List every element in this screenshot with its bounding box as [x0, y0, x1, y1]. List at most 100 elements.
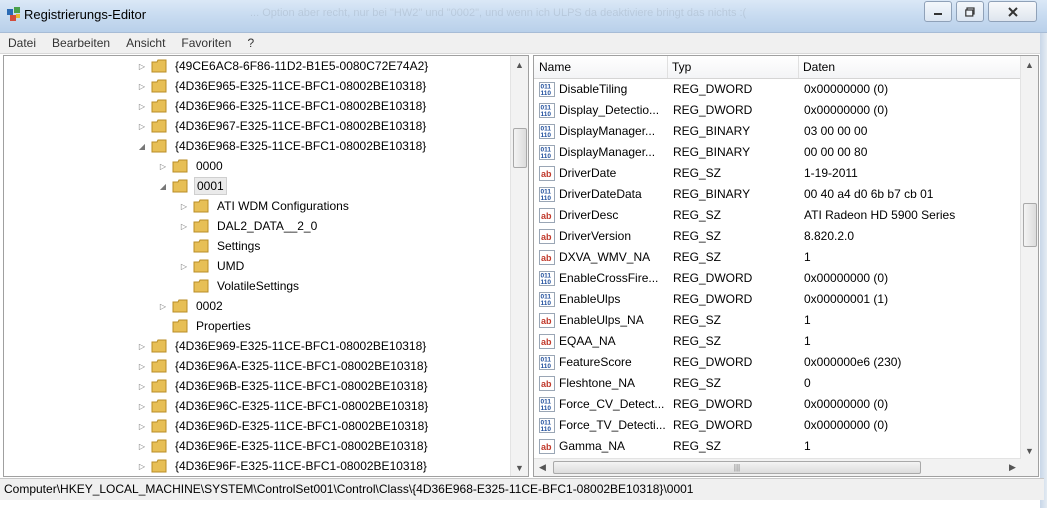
value-row[interactable]: 011 110 FeatureScore REG_DWORD 0x000000e6 (2…: [534, 352, 1021, 373]
value-row[interactable]: ab DriverVersion REG_SZ 8.820.2.0: [534, 226, 1021, 247]
value-row[interactable]: ab Fleshtone_NA REG_SZ 0: [534, 373, 1021, 394]
expand-arrow-icon[interactable]: ▷: [137, 382, 147, 391]
key-tree[interactable]: ▷ {49CE6AC8-6F86-11D2-B1E5-0080C72E74A2} …: [3, 55, 529, 477]
menu-ansicht[interactable]: Ansicht: [118, 36, 173, 50]
tree-item-selected[interactable]: ◢ 0001: [158, 176, 227, 196]
tree-item[interactable]: ▷ {4D36E96B-E325-11CE-BFC1-08002BE10318}: [137, 376, 430, 396]
tree-vertical-scrollbar[interactable]: ▲ ▼: [510, 56, 528, 476]
value-data: 0x000000e6 (230): [804, 355, 902, 369]
binary-value-icon: 011110: [539, 82, 555, 97]
tree-item[interactable]: ▷ {4D36E96D-E325-11CE-BFC1-08002BE10318}: [137, 416, 430, 436]
scroll-down-arrow-icon[interactable]: ▼: [511, 459, 528, 476]
expand-arrow-icon[interactable]: ▷: [137, 422, 147, 431]
svg-text:110: 110: [541, 195, 552, 202]
expand-arrow-icon[interactable]: ▷: [179, 202, 189, 211]
expand-arrow-icon[interactable]: ▷: [137, 402, 147, 411]
expand-arrow-icon[interactable]: ▷: [137, 462, 147, 471]
expand-arrow-icon[interactable]: ▷: [179, 222, 189, 231]
tree-item[interactable]: ▷ {4D36E96E-E325-11CE-BFC1-08002BE10318}: [137, 436, 430, 456]
expand-arrow-icon[interactable]: ▷: [137, 62, 147, 71]
column-header-data[interactable]: Daten: [798, 56, 1021, 78]
folder-open-icon: [151, 139, 167, 153]
value-type: REG_SZ: [673, 313, 722, 327]
value-name: Force_CV_Detect...: [559, 397, 665, 411]
value-row[interactable]: 011 110 DisableTiling REG_DWORD 0x00000000 (…: [534, 79, 1021, 100]
values-list[interactable]: Name Typ Daten 011 110 DisableTiling REG_DW…: [533, 55, 1039, 477]
value-row[interactable]: ab DriverDate REG_SZ 1-19-2011: [534, 163, 1021, 184]
value-row[interactable]: 011 110 DisplayManager... REG_BINARY 03 00 0…: [534, 121, 1021, 142]
menu-datei[interactable]: Datei: [0, 36, 44, 50]
collapse-arrow-icon[interactable]: ◢: [158, 182, 168, 191]
tree-item[interactable]: ▷ UMD: [179, 256, 246, 276]
value-row[interactable]: 011 110 EnableCrossFire... REG_DWORD 0x00000…: [534, 268, 1021, 289]
tree-item[interactable]: ▷ {4D36E96C-E325-11CE-BFC1-08002BE10318}: [137, 396, 430, 416]
menu-bearbeiten[interactable]: Bearbeiten: [44, 36, 118, 50]
tree-item[interactable]: ▷ 0002: [158, 296, 225, 316]
value-data: 1: [804, 313, 811, 327]
tree-item[interactable]: ▷ 0000: [158, 156, 225, 176]
tree-item[interactable]: Properties: [158, 316, 253, 336]
menu-favoriten[interactable]: Favoriten: [173, 36, 239, 50]
svg-text:ab: ab: [541, 442, 552, 452]
scroll-up-arrow-icon[interactable]: ▲: [511, 56, 528, 73]
scroll-up-arrow-icon[interactable]: ▲: [1021, 56, 1038, 73]
list-vertical-scrollbar[interactable]: ▲ ▼: [1020, 56, 1038, 459]
expand-arrow-icon[interactable]: ▷: [158, 162, 168, 171]
value-name: DisplayManager...: [559, 124, 656, 138]
expand-arrow-icon[interactable]: ▷: [137, 342, 147, 351]
value-row[interactable]: ab EQAA_NA REG_SZ 1: [534, 331, 1021, 352]
value-row[interactable]: ab DXVA_WMV_NA REG_SZ 1: [534, 247, 1021, 268]
scroll-left-arrow-icon[interactable]: ◀: [534, 459, 551, 476]
expand-arrow-icon[interactable]: ▷: [137, 362, 147, 371]
collapse-arrow-icon[interactable]: ◢: [137, 142, 147, 151]
value-row[interactable]: ab Gamma_NA REG_SZ 1: [534, 436, 1021, 457]
value-row[interactable]: 011 110 Force_CV_Detect... REG_DWORD 0x00000…: [534, 394, 1021, 415]
value-row[interactable]: 011 110 EnableUlps REG_DWORD 0x00000001 (1): [534, 289, 1021, 310]
svg-text:110: 110: [541, 279, 552, 286]
scrollbar-thumb[interactable]: [513, 128, 527, 168]
tree-item[interactable]: ▷ {4D36E965-E325-11CE-BFC1-08002BE10318}: [137, 76, 428, 96]
value-row[interactable]: 011 110 DriverDateData REG_BINARY 00 40 a4 d…: [534, 184, 1021, 205]
scroll-down-arrow-icon[interactable]: ▼: [1021, 442, 1038, 459]
value-name: Display_Detectio...: [559, 103, 660, 117]
menu-help[interactable]: ?: [239, 36, 262, 50]
value-row[interactable]: 011 110 Force_TV_Detecti... REG_DWORD 0x0000…: [534, 415, 1021, 436]
tree-item[interactable]: ▷ {4D36E967-E325-11CE-BFC1-08002BE10318}: [137, 116, 428, 136]
tree-item[interactable]: ▷ {4D36E966-E325-11CE-BFC1-08002BE10318}: [137, 96, 428, 116]
expand-arrow-icon[interactable]: ▷: [137, 82, 147, 91]
scrollbar-grip-icon[interactable]: |||: [553, 461, 921, 474]
value-row[interactable]: 011 110 DisplayManager... REG_BINARY 00 00 0…: [534, 142, 1021, 163]
value-row[interactable]: ab DriverDesc REG_SZ ATI Radeon HD 5900 Ser…: [534, 205, 1021, 226]
string-value-icon: ab: [539, 229, 555, 244]
expand-arrow-icon[interactable]: ▷: [137, 122, 147, 131]
tree-item[interactable]: ▷ {49CE6AC8-6F86-11D2-B1E5-0080C72E74A2}: [137, 56, 430, 76]
maximize-button[interactable]: [956, 1, 984, 22]
expand-arrow-icon[interactable]: ▷: [158, 302, 168, 311]
expand-arrow-icon[interactable]: ▷: [137, 442, 147, 451]
tree-item[interactable]: ▷ ATI WDM Configurations: [179, 196, 351, 216]
close-button[interactable]: [988, 1, 1037, 22]
scroll-right-arrow-icon[interactable]: ▶: [1004, 459, 1021, 476]
value-row[interactable]: 011 110 Display_Detectio... REG_DWORD 0x0000…: [534, 100, 1021, 121]
value-row[interactable]: ab EnableUlps_NA REG_SZ 1: [534, 310, 1021, 331]
list-horizontal-scrollbar[interactable]: ◀ ||| ▶: [534, 458, 1021, 476]
expand-arrow-icon[interactable]: ▷: [137, 102, 147, 111]
tree-item[interactable]: ▷ {4D36E96A-E325-11CE-BFC1-08002BE10318}: [137, 356, 430, 376]
scrollbar-thumb[interactable]: [1023, 203, 1037, 247]
tree-item[interactable]: ▷ {4D36E96F-E325-11CE-BFC1-08002BE10318}: [137, 456, 429, 476]
tree-item[interactable]: ◢ {4D36E968-E325-11CE-BFC1-08002BE10318}: [137, 136, 428, 156]
value-type: REG_SZ: [673, 376, 722, 390]
tree-item[interactable]: VolatileSettings: [179, 276, 301, 296]
registry-editor-icon: [7, 7, 20, 21]
value-data: 00 40 a4 d0 6b b7 cb 01: [804, 187, 934, 201]
tree-item[interactable]: Settings: [179, 236, 262, 256]
svg-text:110: 110: [541, 405, 552, 412]
column-header-type[interactable]: Typ: [667, 56, 799, 78]
tree-item[interactable]: ▷ {4D36E969-E325-11CE-BFC1-08002BE10318}: [137, 336, 428, 356]
column-header-name[interactable]: Name: [534, 56, 668, 78]
expand-arrow-icon[interactable]: ▷: [179, 262, 189, 271]
value-name: Force_TV_Detecti...: [559, 418, 666, 432]
minimize-button[interactable]: [924, 1, 952, 22]
folder-icon: [193, 259, 209, 273]
tree-item[interactable]: ▷ DAL2_DATA__2_0: [179, 216, 319, 236]
